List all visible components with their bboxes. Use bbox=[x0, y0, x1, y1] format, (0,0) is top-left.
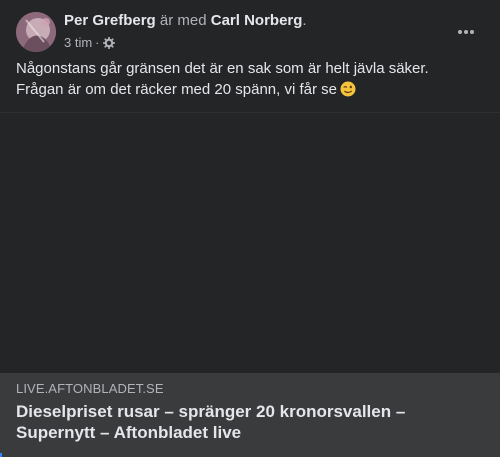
post-timestamp[interactable]: 3 tim bbox=[64, 35, 92, 51]
with-text: är med bbox=[155, 12, 211, 29]
link-media-area[interactable] bbox=[0, 112, 500, 374]
avatar-photo bbox=[16, 12, 56, 52]
post-message: Någonstans går gränsen det är en sak som… bbox=[16, 58, 484, 100]
post-header: Per Grefberg är med Carl Norberg. 3 tim … bbox=[0, 0, 500, 58]
meta-separator: · bbox=[95, 35, 100, 50]
end-punctuation: . bbox=[302, 12, 307, 29]
post-text-line: Någonstans går gränsen det är en sak som… bbox=[16, 60, 429, 77]
post-meta: 3 tim · bbox=[64, 35, 115, 51]
post-author-line: Per Grefberg är med Carl Norberg. bbox=[64, 12, 307, 30]
post-text-line: Frågan är om det räcker med 20 spänn, vi… bbox=[16, 79, 484, 100]
author-name[interactable]: Per Grefberg bbox=[64, 12, 156, 29]
post-text-line-content: Frågan är om det räcker med 20 spänn, vi… bbox=[16, 81, 337, 98]
winking-face-emoji-icon bbox=[340, 81, 356, 97]
gear-icon[interactable] bbox=[102, 36, 115, 50]
link-domain: LIVE.AFTONBLADET.SE bbox=[16, 381, 164, 396]
link-preview-card[interactable]: LIVE.AFTONBLADET.SE Dieselpriset rusar –… bbox=[0, 373, 500, 457]
link-title[interactable]: Dieselpriset rusar – spränger 20 kronors… bbox=[16, 401, 476, 443]
author-avatar[interactable] bbox=[16, 12, 56, 52]
more-horizontal-icon bbox=[458, 30, 474, 34]
feed-post: Per Grefberg är med Carl Norberg. 3 tim … bbox=[0, 0, 500, 457]
tagged-person-name[interactable]: Carl Norberg bbox=[211, 12, 303, 29]
focus-accent-bar bbox=[0, 453, 2, 457]
post-options-button[interactable] bbox=[448, 14, 484, 50]
